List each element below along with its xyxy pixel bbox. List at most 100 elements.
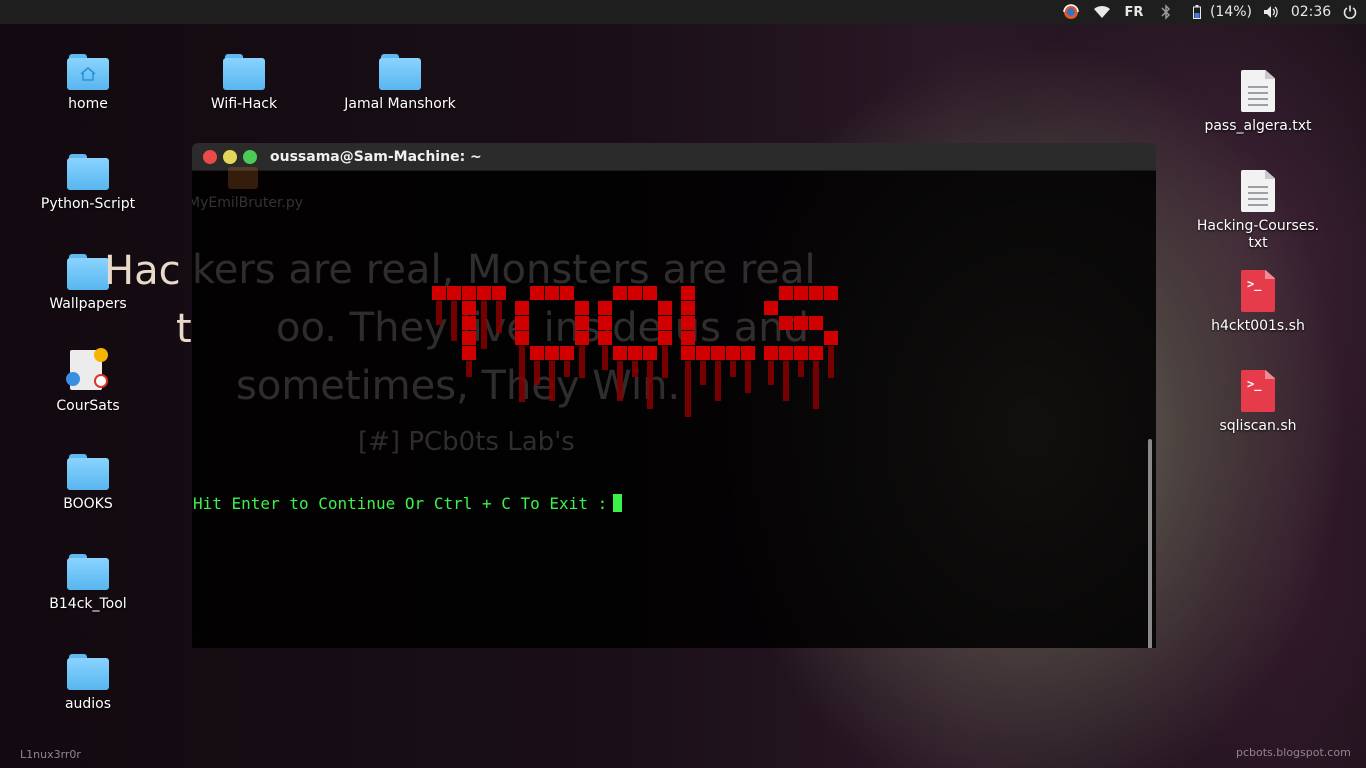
banner-drip: [579, 346, 585, 378]
banner-pixel: [530, 286, 544, 300]
banner-pixel: [575, 316, 589, 330]
desktop-item-audios[interactable]: audios: [13, 654, 163, 713]
tools-banner: [432, 286, 838, 417]
banner-pixel: [613, 286, 627, 300]
banner-pixel: [545, 286, 559, 300]
banner-pixel: [560, 346, 574, 360]
python-file-icon: [228, 167, 258, 189]
terminal-body[interactable]: MyEmilBruter.py kers are real, Monsters …: [192, 167, 1156, 648]
terminal-scrollbar[interactable]: [1148, 439, 1152, 648]
banner-pixel: [681, 286, 695, 300]
maximize-button[interactable]: [243, 150, 257, 164]
updates-indicator-icon[interactable]: [1058, 0, 1084, 24]
banner-pixel: [462, 346, 476, 360]
desktop-item-label: B14ck_Tool: [49, 596, 127, 612]
clock[interactable]: 02:36: [1288, 0, 1334, 24]
desktop-item-label: home: [68, 96, 108, 112]
banner-drip: [632, 361, 638, 377]
keyboard-layout-indicator[interactable]: FR: [1120, 0, 1148, 24]
terminal-titlebar[interactable]: oussama@Sam-Machine: ~: [192, 143, 1156, 171]
banner-pixel: [515, 301, 529, 315]
desktop-item-label: sqliscan.sh: [1219, 418, 1297, 434]
terminal-cursor: [613, 494, 623, 512]
banner-pixel: [681, 301, 695, 315]
banner-pixel: [794, 346, 808, 360]
banner-drip: [700, 361, 706, 385]
banner-drip: [549, 361, 555, 401]
folder-icon: [223, 54, 265, 90]
banner-pixel: [794, 286, 808, 300]
banner-drip: [466, 361, 472, 377]
desktop-item-label: pass_algera.txt: [1204, 118, 1312, 134]
desktop-item-b14ck-tool[interactable]: B14ck_Tool: [13, 554, 163, 613]
banner-pixel: [613, 346, 627, 360]
banner-pixel: [447, 286, 461, 300]
banner-pixel: [477, 286, 491, 300]
banner-drip: [745, 361, 751, 393]
desktop-item-books[interactable]: BOOKS: [13, 454, 163, 513]
desktop-item-python-script[interactable]: Python-Script: [13, 154, 163, 213]
locked-shared-file-icon: [66, 348, 110, 392]
banner-pixel: [681, 346, 695, 360]
banner-pixel: [726, 346, 740, 360]
banner-pixel: [779, 316, 793, 330]
text-file-icon: [1241, 170, 1275, 212]
banner-pixel: [462, 316, 476, 330]
desktop-item-hacking-courses[interactable]: Hacking-Courses. txt: [1183, 170, 1333, 252]
bluetooth-icon[interactable]: [1158, 0, 1174, 24]
desktop-item-label: BOOKS: [63, 496, 113, 512]
banner-drip: [602, 346, 608, 370]
wifi-icon[interactable]: [1092, 0, 1112, 24]
desktop-item-h4ckt001s[interactable]: >_ h4ckt001s.sh: [1183, 270, 1333, 335]
banner-pixel: [658, 316, 672, 330]
banner-pixel: [575, 331, 589, 345]
minimize-button[interactable]: [223, 150, 237, 164]
power-icon[interactable]: [1342, 0, 1358, 24]
volume-icon[interactable]: [1262, 0, 1280, 24]
desktop-item-label: audios: [64, 696, 112, 712]
banner-pixel: [462, 301, 476, 315]
text-file-icon: [1241, 70, 1275, 112]
window-title: oussama@Sam-Machine: ~: [270, 149, 482, 165]
wallpaper-quote-fragment: Hac: [104, 248, 181, 294]
banner-pixel: [515, 331, 529, 345]
home-folder-icon: [67, 54, 109, 90]
desktop-item-jamal-manshork[interactable]: Jamal Manshork: [325, 54, 475, 113]
banner-pixel: [598, 316, 612, 330]
desktop-item-label: Wallpapers: [49, 296, 127, 312]
banner-pixel: [598, 301, 612, 315]
banner-drip: [813, 361, 819, 409]
banner-pixel: [545, 346, 559, 360]
banner-pixel: [681, 331, 695, 345]
terminal-prompt[interactable]: Hit Enter to Continue Or Ctrl + C To Exi…: [193, 494, 623, 513]
desktop-item-wifi-hack[interactable]: Wifi-Hack: [169, 54, 319, 113]
close-button[interactable]: [203, 150, 217, 164]
desktop-item-pass-algera[interactable]: pass_algera.txt: [1183, 70, 1333, 135]
desktop-item-label: Python-Script: [40, 196, 136, 212]
banner-drip: [798, 361, 804, 377]
banner-pixel: [575, 301, 589, 315]
banner-drip: [768, 361, 774, 385]
folder-icon: [67, 454, 109, 490]
banner-pixel: [696, 346, 710, 360]
desktop-item-coursats[interactable]: CourSats: [13, 348, 163, 415]
banner-drip: [564, 361, 570, 377]
banner-drip: [783, 361, 789, 401]
terminal-window[interactable]: oussama@Sam-Machine: ~ MyEmilBruter.py k…: [192, 143, 1156, 648]
desktop-item-label: Hacking-Courses. txt: [1196, 218, 1320, 251]
banner-pixel: [643, 346, 657, 360]
battery-percentage[interactable]: (14%): [1208, 0, 1254, 24]
banner-pixel: [794, 316, 808, 330]
wallpaper-corner-text: L1nux3rr0r: [20, 748, 81, 761]
banner-pixel: [628, 346, 642, 360]
battery-icon[interactable]: [1190, 0, 1204, 24]
desktop-item-home[interactable]: home: [13, 54, 163, 113]
top-panel: FR (14%) 02:36: [0, 0, 1366, 24]
desktop-item-sqliscan[interactable]: >_ sqliscan.sh: [1183, 370, 1333, 435]
desktop-item-label: Wifi-Hack: [210, 96, 278, 112]
banner-drip: [617, 361, 623, 401]
banner-pixel: [779, 286, 793, 300]
banner-pixel: [809, 286, 823, 300]
banner-drip: [534, 361, 540, 385]
banner-drip: [730, 361, 736, 377]
